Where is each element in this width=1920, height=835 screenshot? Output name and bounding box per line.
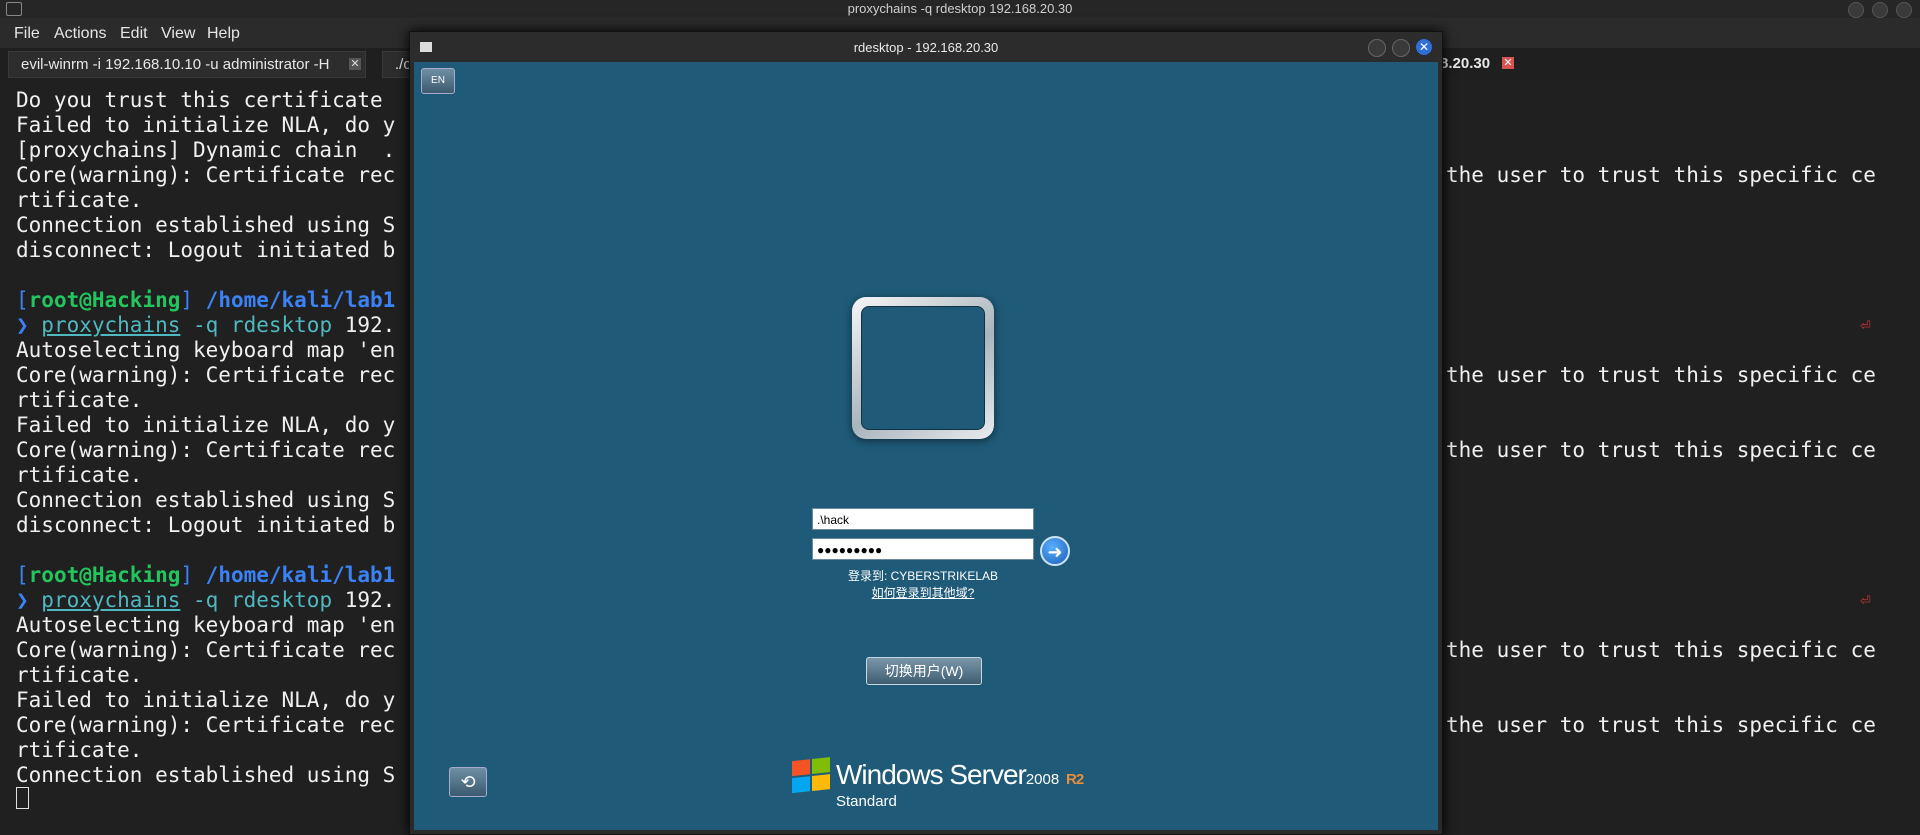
remote-desktop-screen[interactable]: EN .\hack ●●●●●●●●● ➜ 登录到: CYBERSTRIKELA… (414, 62, 1438, 830)
submit-arrow-button[interactable]: ➜ (1040, 536, 1070, 566)
rd-maximize-button[interactable] (1392, 39, 1410, 57)
terminal-line: Autoselecting keyboard map 'en (16, 613, 396, 637)
ease-of-access-icon[interactable]: ⟲ (449, 767, 487, 797)
windows-server-logo: Windows Server2008 R2 Standard (792, 757, 1092, 817)
terminal-line: Connection established using S (16, 213, 396, 237)
window-titlebar: proxychains -q rdesktop 192.168.20.30 (0, 0, 1920, 18)
terminal-line: disconnect: Logout initiated b (16, 513, 396, 537)
rdesktop-titlebar: rdesktop - 192.168.20.30 ✕ (410, 32, 1442, 62)
command-args: -q rdesktop (180, 588, 333, 612)
shell-prompt: [root@Hacking] /home/kali/lab1 (16, 288, 396, 312)
terminal-line: Autoselecting keyboard map 'en (16, 338, 396, 362)
terminal-line-fragment: the user to trust this specific ce (1446, 638, 1876, 662)
tab-close-icon[interactable]: ✕ (349, 58, 361, 70)
terminal-line-fragment: the user to trust this specific ce (1446, 163, 1876, 187)
terminal-line: Connection established using S (16, 488, 396, 512)
command-name: proxychains (41, 588, 181, 612)
rdesktop-window[interactable]: rdesktop - 192.168.20.30 ✕ EN .\hack ●●●… (409, 31, 1443, 835)
tab-close-icon[interactable]: ✕ (1502, 57, 1514, 69)
return-icon: ⏎ (1860, 318, 1871, 333)
prompt-user: root@Hacking (28, 563, 181, 587)
close-button[interactable] (1896, 2, 1912, 18)
terminal-line-fragment: the user to trust this specific ce (1446, 713, 1876, 737)
terminal-line: rtificate. (16, 738, 143, 762)
brand-version: 2008 (1025, 771, 1060, 788)
switch-user-button[interactable]: 切换用户(W) (866, 657, 982, 685)
shell-command: ❯ proxychains -q rdesktop 192. (16, 588, 396, 612)
user-avatar (861, 306, 985, 430)
rd-close-button[interactable]: ✕ (1416, 39, 1432, 55)
terminal-line: Failed to initialize NLA, do y (16, 688, 396, 712)
brand-product: Windows Server (836, 759, 1027, 790)
language-bar-button[interactable]: EN (421, 68, 455, 94)
tab-label: 8.20.30 (1440, 55, 1491, 72)
command-name: proxychains (41, 313, 181, 337)
terminal-line: rtificate. (16, 188, 143, 212)
terminal-line: rtificate. (16, 663, 143, 687)
tab-label: evil-winrm -i 192.168.10.10 -u administr… (21, 56, 330, 73)
terminal-line: Core(warning): Certificate rec (16, 713, 396, 737)
menu-view[interactable]: View (161, 25, 195, 43)
terminal-line: rtificate. (16, 463, 143, 487)
terminal-line: Core(warning): Certificate rec (16, 163, 396, 187)
brand-edition: Standard (836, 793, 897, 810)
windows-flag-icon (792, 757, 832, 795)
menu-help[interactable]: Help (207, 25, 240, 43)
terminal-line-fragment: the user to trust this specific ce (1446, 363, 1876, 387)
terminal-line: Do you trust this certificate (16, 88, 396, 112)
shell-command: ❯ proxychains -q rdesktop 192. (16, 313, 396, 337)
menu-edit[interactable]: Edit (120, 25, 148, 43)
username-field[interactable]: .\hack (812, 508, 1034, 530)
user-avatar-frame (852, 297, 994, 439)
terminal-line-fragment: the user to trust this specific ce (1446, 438, 1876, 462)
command-args: -q rdesktop (180, 313, 333, 337)
other-domain-link[interactable]: 如何登录到其他域? (812, 584, 1034, 601)
terminal-cursor (16, 787, 29, 809)
maximize-button[interactable] (1872, 2, 1888, 18)
rdesktop-title: rdesktop - 192.168.20.30 (853, 40, 999, 55)
brand-release: R2 (1066, 771, 1084, 788)
terminal-line: Connection established using S (16, 763, 396, 787)
brand-name: Windows Server2008 R2 (836, 759, 1084, 791)
prompt-user: root@Hacking (28, 288, 181, 312)
shell-prompt: [root@Hacking] /home/kali/lab1 (16, 563, 396, 587)
menu-actions[interactable]: Actions (54, 25, 106, 43)
prompt-path: /home/kali/lab1 (205, 288, 396, 312)
minimize-button[interactable] (1848, 2, 1864, 18)
password-field[interactable]: ●●●●●●●●● (812, 538, 1034, 560)
terminal-line: Failed to initialize NLA, do y (16, 113, 396, 137)
return-icon: ⏎ (1860, 593, 1871, 608)
tab-evil-winrm[interactable]: evil-winrm -i 192.168.10.10 -u administr… (8, 51, 366, 78)
terminal-line: Core(warning): Certificate rec (16, 438, 396, 462)
terminal-line: disconnect: Logout initiated b (16, 238, 396, 262)
prompt-path: /home/kali/lab1 (205, 563, 396, 587)
terminal-line: [proxychains] Dynamic chain . (16, 138, 396, 162)
terminal-line: Failed to initialize NLA, do y (16, 413, 396, 437)
rd-minimize-button[interactable] (1368, 39, 1386, 57)
window-title: proxychains -q rdesktop 192.168.20.30 (847, 1, 1073, 16)
menu-file[interactable]: File (14, 25, 40, 43)
login-domain-text: 登录到: CYBERSTRIKELAB (847, 569, 999, 583)
terminal-line: Core(warning): Certificate rec (16, 638, 396, 662)
terminal-line: rtificate. (16, 388, 143, 412)
terminal-line: Core(warning): Certificate rec (16, 363, 396, 387)
